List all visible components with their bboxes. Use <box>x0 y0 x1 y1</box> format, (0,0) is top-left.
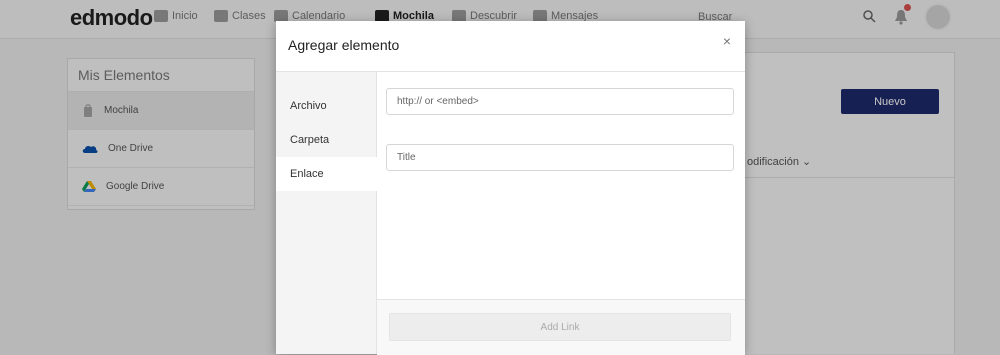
close-icon[interactable]: × <box>719 33 735 49</box>
url-input[interactable] <box>386 88 734 115</box>
tab-carpeta[interactable]: Carpeta <box>276 123 376 157</box>
dialog-footer: Add Link <box>377 299 745 355</box>
tab-archivo[interactable]: Archivo <box>276 89 376 123</box>
title-input[interactable] <box>386 144 734 171</box>
add-link-button[interactable]: Add Link <box>389 313 731 341</box>
add-item-dialog: Agregar elemento × Archivo Carpeta Enlac… <box>276 21 745 355</box>
tab-enlace[interactable]: Enlace <box>276 157 377 191</box>
dialog-header: Agregar elemento × <box>276 21 745 72</box>
dialog-title: Agregar elemento <box>288 37 400 53</box>
dialog-tabs: Archivo Carpeta Enlace <box>276 72 377 354</box>
